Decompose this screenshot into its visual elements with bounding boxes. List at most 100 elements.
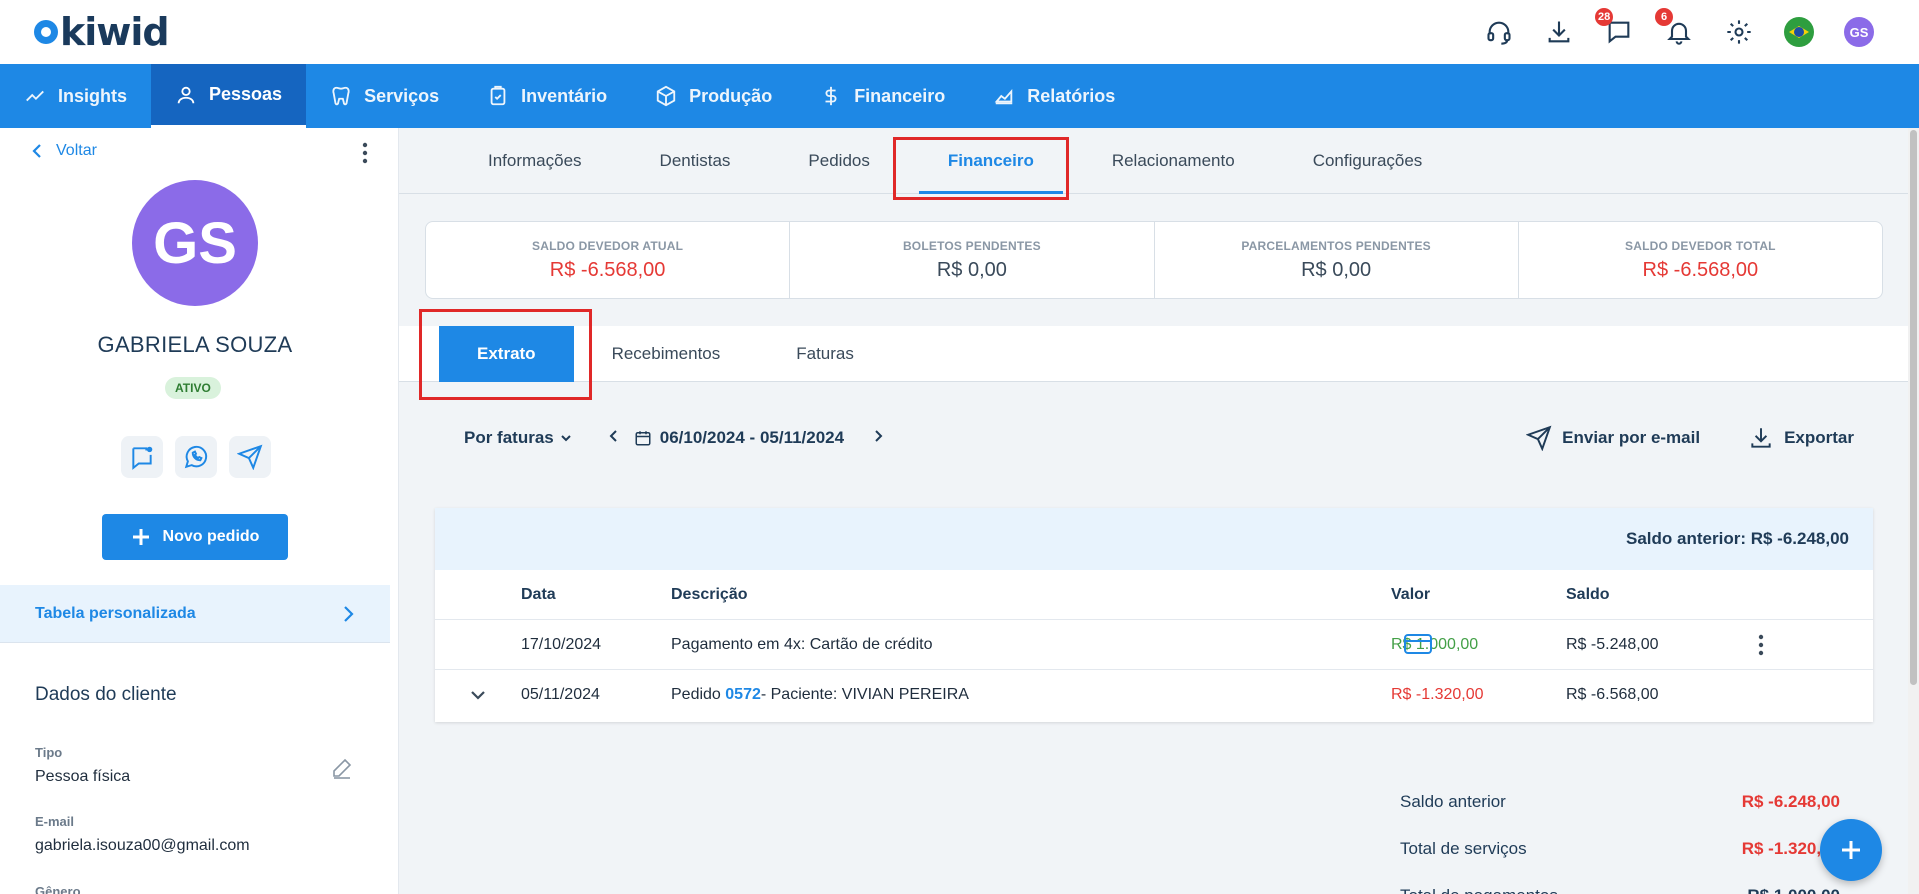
chevron-down-icon: [471, 691, 485, 700]
client-name: GABRIELA SOUZA: [97, 332, 293, 357]
bell-icon[interactable]: 6: [1655, 8, 1699, 52]
chevron-left-icon: [32, 144, 41, 158]
contact-actions: [121, 436, 271, 478]
area-chart-icon: [994, 88, 1013, 105]
field-label-email: E-mail: [35, 814, 75, 829]
tab-relacionamento[interactable]: Relacionamento: [1073, 128, 1274, 194]
field-value-tipo: Pessoa física: [35, 768, 131, 785]
table-row[interactable]: 05/11/2024 Pedido 0572- Paciente: VIVIAN…: [435, 670, 1873, 720]
page-scrollbar[interactable]: [1908, 128, 1919, 894]
add-fab-button[interactable]: [1820, 819, 1882, 881]
order-link[interactable]: 0572: [725, 686, 761, 703]
gear-icon[interactable]: [1719, 12, 1759, 52]
send-icon: [1526, 425, 1552, 451]
table-row[interactable]: 17/10/2024 Pagamento em 4x: Cartão de cr…: [435, 620, 1873, 670]
next-period-button[interactable]: [872, 428, 884, 449]
client-sidebar: Voltar GS GABRIELA SOUZA ATIVO Novo pedi…: [0, 128, 399, 894]
client-avatar: GS: [132, 180, 258, 306]
tab-dentistas[interactable]: Dentistas: [621, 128, 770, 194]
credit-card-icon: [1403, 632, 1433, 661]
row-kebab-menu-icon[interactable]: [1741, 634, 1781, 656]
box-icon: [657, 85, 676, 107]
brazil-flag-icon[interactable]: [1779, 12, 1819, 52]
chevron-right-icon: [875, 429, 883, 442]
field-label-genero: Gênero: [35, 884, 81, 894]
kiwid-logo[interactable]: kiwid: [34, 12, 170, 52]
summary-cell: SALDO DEVEDOR TOTAL R$ -6.568,00: [1625, 238, 1776, 281]
nav-inventario[interactable]: Inventário: [463, 64, 631, 128]
calendar-icon: [635, 431, 651, 446]
top-icons: 28 6 GS: [1479, 8, 1879, 52]
prev-period-button[interactable]: [608, 428, 620, 449]
nav-insights[interactable]: Insights: [0, 64, 151, 128]
nav-servicos[interactable]: Serviços: [306, 64, 463, 128]
highlight-box-extrato: [419, 309, 592, 400]
statement-filter: Por faturas 06/10/2024 - 05/11/2024 Envi…: [464, 420, 1854, 456]
clipboard-check-icon: [490, 85, 506, 106]
chevron-right-icon: [344, 605, 354, 622]
field-label-tipo: Tipo: [35, 745, 63, 760]
back-button[interactable]: Voltar: [30, 142, 97, 160]
notifications-badge: 6: [1655, 8, 1673, 26]
export-button[interactable]: Exportar: [1748, 425, 1854, 451]
tab-configuracoes[interactable]: Configurações: [1274, 128, 1462, 194]
whatsapp-icon[interactable]: [175, 436, 217, 478]
summary-cell: SALDO DEVEDOR ATUAL R$ -6.568,00: [426, 222, 791, 298]
chat-icon[interactable]: [121, 436, 163, 478]
client-data-title: Dados do cliente: [35, 684, 177, 705]
user-avatar[interactable]: GS: [1839, 12, 1879, 52]
total-row: Saldo anterior R$ -6.248,00: [1400, 791, 1840, 811]
scrollbar-thumb[interactable]: [1910, 130, 1917, 685]
nav-pessoas[interactable]: Pessoas: [151, 64, 307, 128]
summary-cell: PARCELAMENTOS PENDENTES R$ 0,00: [1155, 222, 1519, 298]
table-header: Data Descrição Valor Saldo: [435, 570, 1873, 620]
total-row: Total de pagamentos R$ 1.000,00: [1400, 872, 1840, 894]
custom-table-link[interactable]: Tabela personalizada: [0, 585, 390, 643]
filter-left: Por faturas 06/10/2024 - 05/11/2024: [464, 428, 884, 449]
download-icon[interactable]: [1539, 12, 1579, 52]
download-icon: [1751, 428, 1771, 448]
summary-cell: BOLETOS PENDENTES R$ 0,00: [790, 222, 1155, 298]
status-badge: ATIVO: [165, 377, 221, 399]
field-value-email: gabriela.isouza00@gmail.com: [35, 837, 250, 854]
logo-mark: [34, 20, 58, 44]
plus-icon: [1842, 841, 1860, 859]
tab-informacoes[interactable]: Informações: [449, 128, 621, 194]
chevron-down-icon: [561, 435, 571, 442]
nav-financeiro[interactable]: Financeiro: [796, 64, 969, 128]
totals-summary: Saldo anterior R$ -6.248,00 Total de ser…: [1400, 778, 1840, 894]
order-description: Pedido 0572- Paciente: VIVIAN PEREIRA: [671, 686, 969, 703]
date-range-picker[interactable]: 06/10/2024 - 05/11/2024: [634, 428, 844, 448]
tab-pedidos[interactable]: Pedidos: [769, 128, 908, 194]
send-email-button[interactable]: Enviar por e-mail: [1526, 425, 1700, 451]
financial-summary: SALDO DEVEDOR ATUAL R$ -6.568,00 BOLETOS…: [425, 221, 1883, 299]
headset-support-icon[interactable]: [1479, 12, 1519, 52]
nav-producao[interactable]: Produção: [631, 64, 796, 128]
pencil-edit-icon[interactable]: [330, 756, 354, 785]
person-icon: [177, 86, 195, 103]
highlight-box-financeiro: [893, 137, 1069, 200]
dollar-icon: [825, 86, 837, 106]
filter-actions: Enviar por e-mail Exportar: [1526, 425, 1854, 451]
tooth-icon: [332, 86, 350, 106]
new-order-button[interactable]: Novo pedido: [102, 514, 288, 560]
messages-icon[interactable]: 28: [1595, 8, 1639, 52]
kebab-menu-icon[interactable]: [354, 140, 376, 171]
expand-row-button[interactable]: [435, 690, 521, 700]
chart-line-icon: [26, 90, 44, 102]
main-nav: Insights Pessoas Serviços Inventário Pro…: [0, 64, 1919, 128]
subtab-faturas[interactable]: Faturas: [758, 326, 892, 382]
saldo-anterior-header: Saldo anterior: R$ -6.248,00: [435, 508, 1873, 570]
mode-dropdown[interactable]: Por faturas: [464, 428, 572, 448]
total-row: Total de serviços R$ -1.320,00: [1400, 838, 1840, 858]
top-bar: kiwid 28 6 GS: [0, 0, 1919, 64]
main-content: Informações Dentistas Pedidos Financeiro…: [399, 128, 1908, 894]
send-icon[interactable]: [229, 436, 271, 478]
plus-icon: [132, 529, 149, 545]
finance-subtabs: Extrato Recebimentos Faturas: [399, 325, 1908, 382]
subtab-recebimentos[interactable]: Recebimentos: [574, 326, 759, 382]
chevron-left-icon: [609, 429, 617, 442]
statement-table: Saldo anterior: R$ -6.248,00 Data Descri…: [435, 508, 1873, 722]
client-tabs: Informações Dentistas Pedidos Financeiro…: [399, 128, 1908, 194]
nav-relatorios[interactable]: Relatórios: [969, 64, 1139, 128]
